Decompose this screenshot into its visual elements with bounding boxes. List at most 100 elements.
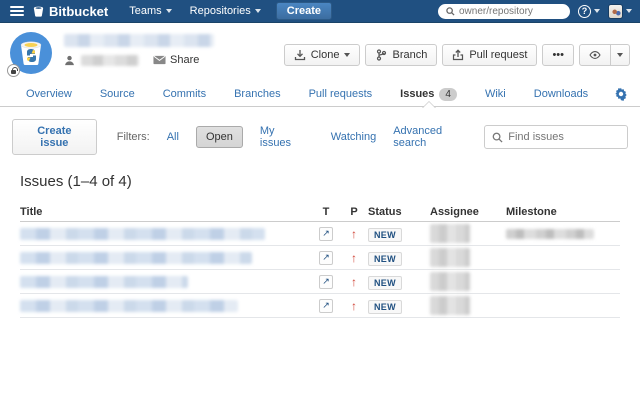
assignee-redacted bbox=[430, 296, 470, 315]
issue-row[interactable]: ↗ ↑ NEW bbox=[20, 222, 620, 246]
repo-avatar bbox=[7, 32, 52, 77]
more-actions-button[interactable]: ••• bbox=[542, 44, 574, 66]
filter-open[interactable]: Open bbox=[195, 126, 243, 148]
issue-row[interactable]: ↗ ↑ NEW bbox=[20, 270, 620, 294]
issues-table-header: Title T P Status Assignee Milestone bbox=[20, 202, 620, 222]
share-link[interactable]: Share bbox=[153, 54, 199, 66]
priority-major-icon: ↑ bbox=[351, 226, 357, 241]
issue-row[interactable]: ↗ ↑ NEW bbox=[20, 294, 620, 318]
assignee-redacted bbox=[430, 248, 470, 267]
issue-title-redacted[interactable] bbox=[20, 299, 238, 312]
tab-label: Pull requests bbox=[308, 88, 373, 100]
advanced-search-link[interactable]: Advanced search bbox=[393, 125, 474, 149]
status-badge: NEW bbox=[368, 275, 402, 290]
branch-icon bbox=[375, 49, 387, 61]
search-icon bbox=[446, 6, 455, 16]
issue-title-redacted[interactable] bbox=[20, 275, 188, 288]
filters-right-group: Advanced search bbox=[393, 125, 629, 149]
issues-filter-bar: Create issue Filters: All Open My issues… bbox=[0, 107, 640, 165]
issue-type-enhancement-icon: ↗ bbox=[319, 274, 333, 289]
repo-name-redacted bbox=[64, 34, 214, 47]
status-badge: NEW bbox=[368, 299, 402, 314]
tab-overview[interactable]: Overview bbox=[12, 82, 86, 107]
hamburger-menu-icon[interactable] bbox=[10, 6, 24, 16]
brand-name: Bitbucket bbox=[49, 3, 109, 19]
tab-pull-requests[interactable]: Pull requests bbox=[295, 82, 387, 107]
bitbucket-logo[interactable]: Bitbucket bbox=[32, 4, 108, 19]
private-lock-icon bbox=[7, 64, 20, 77]
issue-title-redacted[interactable] bbox=[20, 251, 252, 264]
assignee-redacted bbox=[430, 272, 470, 291]
nav-menu-repositories[interactable]: Repositories bbox=[181, 0, 270, 23]
user-menu[interactable] bbox=[608, 3, 632, 19]
repo-meta: Share bbox=[64, 32, 214, 66]
branch-label: Branch bbox=[392, 49, 428, 61]
pull-request-icon bbox=[452, 49, 464, 61]
nav-right-group: ? bbox=[438, 3, 632, 19]
status-badge: NEW bbox=[368, 251, 402, 266]
top-navbar: Bitbucket Teams Repositories Create ? bbox=[0, 0, 640, 23]
watch-button[interactable] bbox=[579, 44, 611, 66]
col-milestone: Milestone bbox=[506, 205, 557, 218]
avatar bbox=[608, 3, 623, 19]
repo-settings-gear-icon[interactable] bbox=[614, 87, 628, 101]
status-badge: NEW bbox=[368, 227, 402, 242]
find-issues-box[interactable] bbox=[484, 125, 629, 149]
bucket-icon bbox=[32, 5, 45, 18]
priority-major-icon: ↑ bbox=[351, 298, 357, 313]
priority-major-icon: ↑ bbox=[351, 274, 357, 289]
clone-label: Clone bbox=[310, 49, 340, 61]
priority-major-icon: ↑ bbox=[351, 250, 357, 265]
help-menu[interactable]: ? bbox=[578, 4, 600, 18]
filter-watching[interactable]: Watching bbox=[324, 127, 383, 147]
tab-wiki[interactable]: Wiki bbox=[471, 82, 520, 107]
tab-label: Downloads bbox=[533, 88, 589, 100]
assignee-redacted bbox=[430, 224, 470, 243]
col-priority: P bbox=[350, 205, 358, 218]
create-button[interactable]: Create bbox=[275, 2, 333, 20]
milestone-redacted bbox=[506, 228, 594, 239]
col-status: Status bbox=[368, 205, 402, 218]
envelope-icon bbox=[153, 55, 166, 65]
download-icon bbox=[294, 49, 306, 61]
filter-all[interactable]: All bbox=[160, 127, 186, 147]
watch-button-group bbox=[579, 44, 630, 66]
find-issues-input[interactable] bbox=[508, 131, 621, 143]
chevron-down-icon bbox=[626, 9, 632, 13]
branch-button[interactable]: Branch bbox=[365, 44, 438, 66]
filter-my-issues[interactable]: My issues bbox=[253, 121, 314, 153]
tab-downloads[interactable]: Downloads bbox=[520, 82, 602, 107]
teams-label: Teams bbox=[129, 5, 162, 17]
global-search-input[interactable] bbox=[459, 5, 562, 17]
repo-actions: Clone Branch Pull request ••• bbox=[283, 32, 630, 66]
tab-label: Issues bbox=[400, 88, 435, 100]
repositories-label: Repositories bbox=[189, 5, 251, 17]
pull-request-button[interactable]: Pull request bbox=[442, 44, 538, 66]
tab-commits[interactable]: Commits bbox=[149, 82, 220, 107]
create-issue-button[interactable]: Create issue bbox=[12, 119, 97, 155]
tab-branches[interactable]: Branches bbox=[220, 82, 294, 107]
watch-dropdown-button[interactable] bbox=[611, 44, 630, 66]
repo-header: Share Clone Branch Pull request ••• bbox=[0, 23, 640, 82]
tab-label: Source bbox=[99, 88, 135, 100]
issue-row[interactable]: ↗ ↑ NEW bbox=[20, 246, 620, 270]
col-assignee: Assignee bbox=[430, 205, 479, 218]
clone-button[interactable]: Clone bbox=[283, 44, 361, 66]
chevron-down-icon bbox=[344, 53, 351, 57]
repo-owner-redacted bbox=[81, 54, 139, 66]
issue-title-redacted[interactable] bbox=[20, 227, 265, 240]
help-icon: ? bbox=[578, 4, 591, 18]
pull-request-label: Pull request bbox=[469, 49, 528, 61]
nav-menu-teams[interactable]: Teams bbox=[120, 0, 180, 23]
global-search[interactable] bbox=[438, 3, 570, 19]
tab-label: Commits bbox=[162, 88, 207, 100]
eye-icon bbox=[589, 49, 601, 61]
issues-heading: Issues (1–4 of 4) bbox=[20, 173, 132, 190]
chevron-down-icon bbox=[165, 9, 172, 13]
tab-issues[interactable]: Issues 4 bbox=[386, 82, 471, 108]
search-icon bbox=[492, 132, 503, 143]
col-title: Title bbox=[20, 205, 43, 218]
tab-label: Overview bbox=[26, 88, 72, 100]
issue-type-enhancement-icon: ↗ bbox=[319, 298, 333, 313]
tab-source[interactable]: Source bbox=[86, 82, 149, 107]
